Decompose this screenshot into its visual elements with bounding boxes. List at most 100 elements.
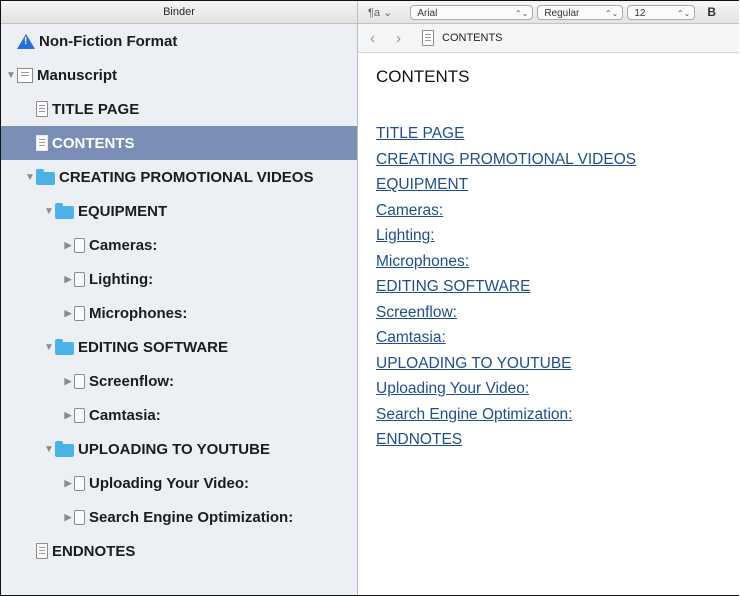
binder-item-label: Screenflow:: [89, 372, 175, 390]
font-size-select[interactable]: 12 ⌃⌄: [627, 4, 696, 20]
toc-item: TITLE PAGE: [376, 125, 739, 151]
toc-item: EDITING SOFTWARE: [376, 278, 739, 304]
binder-item[interactable]: ▶ Camtasia:: [1, 398, 357, 432]
binder-item[interactable]: ▼ UPLOADING TO YOUTUBE: [1, 432, 357, 466]
toc-link[interactable]: Uploading Your Video:: [376, 380, 529, 397]
binder-item[interactable]: ▶ Lighting:: [1, 262, 357, 296]
font-weight-select[interactable]: Regular ⌃⌄: [537, 4, 624, 20]
binder-item[interactable]: ▶ Uploading Your Video:: [1, 466, 357, 500]
binder-item[interactable]: ▼ EDITING SOFTWARE: [1, 330, 357, 364]
disclosure-open-icon[interactable]: ▼: [24, 172, 36, 183]
binder-panel: Binder ▶Non-Fiction Format▼Manuscript▶TI…: [1, 1, 358, 595]
document-title: CONTENTS: [442, 32, 503, 44]
document-icon: [422, 30, 434, 46]
page-heading: CONTENTS: [376, 67, 470, 86]
binder-item-label: UPLOADING TO YOUTUBE: [78, 440, 270, 458]
binder-header: Binder: [1, 1, 357, 24]
page-icon: [74, 407, 85, 423]
folder-icon: [55, 338, 74, 355]
chevron-right-icon[interactable]: ›: [396, 30, 406, 47]
toc-link[interactable]: EQUIPMENT: [376, 176, 468, 193]
disclosure-open-icon[interactable]: ▼: [43, 206, 55, 217]
warning-icon: [17, 33, 35, 49]
disclosure-closed-icon[interactable]: ▶: [62, 410, 74, 421]
chevron-left-icon[interactable]: ‹: [370, 30, 380, 47]
font-select[interactable]: Arial ⌃⌄: [410, 4, 534, 20]
document-icon: [36, 101, 48, 117]
toc-link[interactable]: Microphones:: [376, 253, 469, 270]
toc-item: ENDNOTES: [376, 431, 739, 457]
editor-panel: ¶a ⌄ Arial ⌃⌄ Regular ⌃⌄ 12 ⌃⌄ B ‹ › CON…: [358, 1, 739, 595]
binder-item[interactable]: ▶Non-Fiction Format: [1, 24, 357, 58]
toc-item: Cameras:: [376, 202, 739, 228]
app-window: Binder ▶Non-Fiction Format▼Manuscript▶TI…: [0, 0, 739, 596]
binder-item[interactable]: ▶TITLE PAGE: [1, 92, 357, 126]
toc-item: EQUIPMENT: [376, 176, 739, 202]
binder-item[interactable]: ▶ Microphones:: [1, 296, 357, 330]
page-icon: [74, 373, 85, 389]
binder-item-label: TITLE PAGE: [52, 100, 140, 118]
binder-item[interactable]: ▶ Screenflow:: [1, 364, 357, 398]
binder-item-label: Camtasia:: [89, 406, 161, 424]
binder-item-label: EDITING SOFTWARE: [78, 338, 228, 356]
toc-link[interactable]: TITLE PAGE: [376, 125, 464, 142]
toc-link[interactable]: ENDNOTES: [376, 431, 462, 448]
folder-icon: [55, 202, 74, 219]
disclosure-closed-icon[interactable]: ▶: [62, 512, 74, 523]
folder-icon: [55, 440, 74, 457]
manuscript-icon: [17, 67, 33, 83]
page-icon: [74, 305, 85, 321]
toc-item: Camtasia:: [376, 329, 739, 355]
disclosure-closed-icon[interactable]: ▶: [62, 274, 74, 285]
binder-item-label: EQUIPMENT: [78, 202, 168, 220]
bold-button[interactable]: B: [707, 5, 716, 19]
toc-item: UPLOADING TO YOUTUBE: [376, 355, 739, 381]
font-value: Arial: [417, 7, 438, 19]
binder-item[interactable]: ▶ENDNOTES: [1, 534, 357, 568]
binder-item[interactable]: ▶CONTENTS: [1, 126, 357, 160]
toc-link[interactable]: CREATING PROMOTIONAL VIDEOS: [376, 151, 636, 168]
binder-item[interactable]: ▶ Cameras:: [1, 228, 357, 262]
toc-item: CREATING PROMOTIONAL VIDEOS: [376, 151, 739, 177]
binder-item-label: Non-Fiction Format: [39, 32, 178, 50]
stepper-icon: ⌃⌄: [604, 8, 619, 18]
binder-tree: ▶Non-Fiction Format▼Manuscript▶TITLE PAG…: [1, 24, 357, 568]
toc-link[interactable]: Screenflow:: [376, 304, 457, 321]
folder-icon: [36, 168, 55, 185]
disclosure-closed-icon[interactable]: ▶: [62, 478, 74, 489]
toc-link[interactable]: EDITING SOFTWARE: [376, 278, 530, 295]
toc-link[interactable]: Search Engine Optimization:: [376, 406, 572, 423]
binder-item-label: Search Engine Optimization:: [89, 508, 294, 526]
binder-item-label: Microphones:: [89, 304, 188, 322]
navigation-bar: ‹ › CONTENTS: [358, 24, 739, 53]
toc-link[interactable]: Cameras:: [376, 202, 443, 219]
toc-link[interactable]: UPLOADING TO YOUTUBE: [376, 355, 572, 372]
font-weight-value: Regular: [544, 7, 580, 19]
binder-item-label: CONTENTS: [52, 134, 135, 152]
editor-content[interactable]: CONTENTS TITLE PAGE CREATING PROMOTIONAL …: [358, 53, 739, 457]
disclosure-open-icon[interactable]: ▼: [43, 342, 55, 353]
binder-item[interactable]: ▼ CREATING PROMOTIONAL VIDEOS: [1, 160, 357, 194]
document-icon: [36, 135, 48, 151]
toc-link[interactable]: Camtasia:: [376, 329, 446, 346]
disclosure-open-icon[interactable]: ▼: [43, 444, 55, 455]
disclosure-open-icon[interactable]: ▼: [5, 70, 17, 81]
toc-item: Screenflow:: [376, 304, 739, 330]
binder-item-label: Cameras:: [89, 236, 158, 254]
disclosure-closed-icon[interactable]: ▶: [62, 240, 74, 251]
disclosure-closed-icon[interactable]: ▶: [62, 308, 74, 319]
page-icon: [74, 271, 85, 287]
disclosure-closed-icon[interactable]: ▶: [62, 376, 74, 387]
paragraph-style-icon[interactable]: ¶a ⌄: [368, 6, 392, 19]
format-bar: ¶a ⌄ Arial ⌃⌄ Regular ⌃⌄ 12 ⌃⌄ B: [358, 1, 739, 24]
toc-item: Lighting:: [376, 227, 739, 253]
binder-item[interactable]: ▼ EQUIPMENT: [1, 194, 357, 228]
page-icon: [74, 475, 85, 491]
binder-item-label: ENDNOTES: [52, 542, 136, 560]
binder-item[interactable]: ▼ Manuscript: [1, 58, 357, 92]
document-icon: [36, 543, 48, 559]
binder-item-label: Uploading Your Video:: [89, 474, 250, 492]
binder-item[interactable]: ▶ Search Engine Optimization:: [1, 500, 357, 534]
stepper-icon: ⌃⌄: [676, 8, 691, 18]
toc-link[interactable]: Lighting:: [376, 227, 435, 244]
